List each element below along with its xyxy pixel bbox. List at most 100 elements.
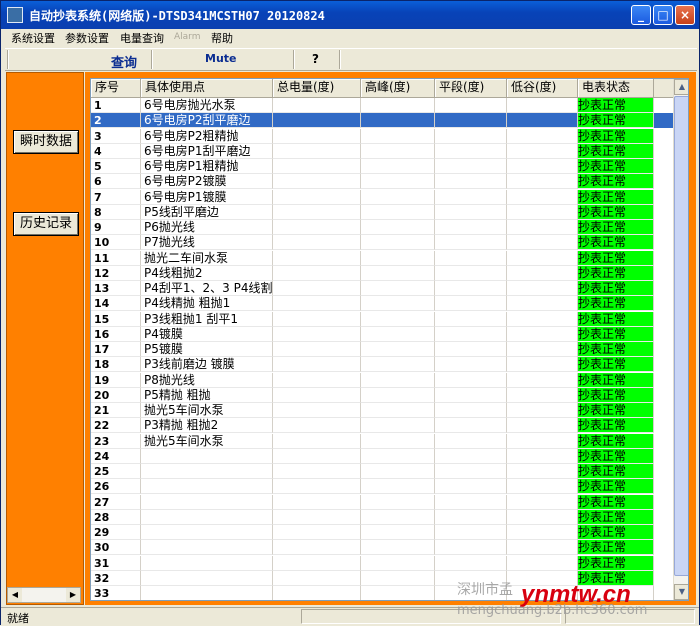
column-header-point[interactable]: 具体使用点 bbox=[141, 79, 273, 97]
table-row[interactable]: 20 P5精抛 粗抛 抄表正常 bbox=[91, 387, 673, 403]
cell-flat bbox=[435, 220, 507, 235]
column-header-seq[interactable]: 序号 bbox=[91, 79, 141, 97]
app-icon bbox=[7, 7, 23, 23]
cell-flat bbox=[435, 525, 507, 540]
cell-meter-status: 抄表正常 bbox=[578, 403, 654, 418]
table-row[interactable]: 15 P3线粗抛1 刮平1 抄表正常 bbox=[91, 311, 673, 327]
cell-valley bbox=[507, 448, 578, 464]
table-row[interactable]: 26 抄表正常 bbox=[91, 479, 673, 495]
table-row[interactable]: 1 6号电房抛光水泵 抄表正常 bbox=[91, 98, 673, 113]
table-row[interactable]: 5 6号电房P1粗精抛 抄表正常 bbox=[91, 159, 673, 174]
window-title: 自动抄表系统(网络版)-DTSD341MCSTH07 20120824 bbox=[29, 9, 325, 23]
column-header-status[interactable]: 电表状态 bbox=[578, 79, 654, 97]
vertical-scrollbar[interactable]: ▲ ▼ bbox=[673, 79, 688, 600]
table-row[interactable]: 28 抄表正常 bbox=[91, 509, 673, 525]
cell-meter-status: 抄表正常 bbox=[578, 235, 654, 251]
toolbar-separator bbox=[7, 50, 9, 69]
cell-valley bbox=[507, 387, 578, 403]
cell-flat bbox=[435, 189, 507, 205]
menu-alarm[interactable]: Alarm bbox=[174, 32, 200, 42]
cell-total bbox=[273, 296, 361, 312]
cell-peak bbox=[361, 143, 435, 159]
table-row[interactable]: 30 抄表正常 bbox=[91, 540, 673, 556]
table-row[interactable]: 17 P5镀膜 抄表正常 bbox=[91, 342, 673, 357]
table-row[interactable]: 29 抄表正常 bbox=[91, 525, 673, 540]
table-row[interactable]: 10 P7抛光线 抄表正常 bbox=[91, 235, 673, 251]
cell-valley bbox=[507, 372, 578, 388]
cell-usage-point bbox=[141, 479, 273, 495]
table-row[interactable]: 27 抄表正常 bbox=[91, 494, 673, 510]
close-button[interactable]: × bbox=[675, 5, 695, 25]
cell-peak bbox=[361, 403, 435, 418]
table-row[interactable]: 25 抄表正常 bbox=[91, 464, 673, 479]
table-row[interactable]: 12 P4线粗抛2 抄表正常 bbox=[91, 265, 673, 281]
horizontal-scrollbar[interactable]: ◀ ▶ bbox=[7, 587, 81, 603]
menu-parameter-settings[interactable]: 参数设置 bbox=[65, 30, 109, 46]
cell-seq: 4 bbox=[91, 143, 141, 159]
table-row[interactable]: 2 6号电房P2刮平磨边 抄表正常 bbox=[91, 113, 673, 129]
cell-seq: 21 bbox=[91, 403, 141, 418]
cell-seq: 15 bbox=[91, 311, 141, 327]
table-row[interactable]: 16 P4镀膜 抄表正常 bbox=[91, 326, 673, 342]
cell-seq: 18 bbox=[91, 357, 141, 373]
table-row[interactable]: 22 P3精抛 粗抛2 抄表正常 bbox=[91, 418, 673, 434]
history-records-button[interactable]: 历史记录 bbox=[13, 212, 79, 236]
cell-seq: 22 bbox=[91, 418, 141, 434]
cell-usage-point: P3线前磨边 镀膜 bbox=[141, 357, 273, 373]
table-row[interactable]: 33 bbox=[91, 586, 673, 600]
scroll-left-icon[interactable]: ◀ bbox=[8, 588, 22, 602]
table-row[interactable]: 19 P8抛光线 抄表正常 bbox=[91, 372, 673, 388]
cell-peak bbox=[361, 387, 435, 403]
column-header-total[interactable]: 总电量(度) bbox=[273, 79, 361, 97]
title-bar[interactable]: 自动抄表系统(网络版)-DTSD341MCSTH07 20120824 _ □ … bbox=[1, 1, 699, 29]
cell-flat bbox=[435, 128, 507, 144]
cell-total bbox=[273, 540, 361, 556]
cell-flat bbox=[435, 448, 507, 464]
cell-seq: 31 bbox=[91, 555, 141, 571]
table-row[interactable]: 8 P5线刮平磨边 抄表正常 bbox=[91, 204, 673, 220]
table-row[interactable]: 21 抛光5车间水泵 抄表正常 bbox=[91, 403, 673, 418]
table-row[interactable]: 14 P4线精抛 粗抛1 抄表正常 bbox=[91, 296, 673, 312]
table-row[interactable]: 13 P4刮平1、2、3 P4线割 抄表正常 bbox=[91, 281, 673, 296]
scroll-down-icon[interactable]: ▼ bbox=[674, 584, 688, 600]
cell-usage-point: P6抛光线 bbox=[141, 220, 273, 235]
query-button[interactable]: 查询 bbox=[111, 52, 137, 71]
column-header-peak[interactable]: 高峰(度) bbox=[361, 79, 435, 97]
table-row[interactable]: 3 6号电房P2粗精抛 抄表正常 bbox=[91, 128, 673, 144]
cell-seq: 9 bbox=[91, 220, 141, 235]
scroll-up-icon[interactable]: ▲ bbox=[674, 79, 688, 95]
menu-system-settings[interactable]: 系统设置 bbox=[11, 30, 55, 46]
table-row[interactable]: 9 P6抛光线 抄表正常 bbox=[91, 220, 673, 235]
table-row[interactable]: 6 6号电房P2镀膜 抄表正常 bbox=[91, 174, 673, 190]
table-row[interactable]: 31 抄表正常 bbox=[91, 555, 673, 571]
cell-total bbox=[273, 113, 361, 129]
cell-total bbox=[273, 555, 361, 571]
maximize-button[interactable]: □ bbox=[653, 5, 673, 25]
table-row[interactable]: 32 抄表正常 bbox=[91, 570, 673, 586]
realtime-data-button[interactable]: 瞬时数据 bbox=[13, 130, 79, 154]
cell-usage-point: P7抛光线 bbox=[141, 235, 273, 251]
toolbar-separator bbox=[293, 50, 295, 69]
mute-button[interactable]: Mute bbox=[205, 52, 237, 65]
table-row[interactable]: 11 抛光二车间水泵 抄表正常 bbox=[91, 250, 673, 266]
help-question-icon[interactable]: ? bbox=[312, 52, 319, 66]
cell-seq: 30 bbox=[91, 540, 141, 556]
minimize-button[interactable]: _ bbox=[631, 5, 651, 25]
table-row[interactable]: 4 6号电房P1刮平磨边 抄表正常 bbox=[91, 143, 673, 159]
cell-valley bbox=[507, 128, 578, 144]
scroll-thumb[interactable] bbox=[674, 96, 688, 576]
menu-energy-query[interactable]: 电量查询 bbox=[120, 30, 164, 46]
column-header-valley[interactable]: 低谷(度) bbox=[507, 79, 578, 97]
menu-help[interactable]: 帮助 bbox=[211, 30, 233, 46]
table-row[interactable]: 18 P3线前磨边 镀膜 抄表正常 bbox=[91, 357, 673, 373]
cell-meter-status: 抄表正常 bbox=[578, 494, 654, 510]
cell-usage-point: 6号电房P1刮平磨边 bbox=[141, 143, 273, 159]
table-row[interactable]: 24 抄表正常 bbox=[91, 448, 673, 464]
table-row[interactable]: 7 6号电房P1镀膜 抄表正常 bbox=[91, 189, 673, 205]
cell-valley bbox=[507, 311, 578, 327]
cell-seq: 3 bbox=[91, 128, 141, 144]
scroll-right-icon[interactable]: ▶ bbox=[66, 588, 80, 602]
table-row[interactable]: 23 抛光5车间水泵 抄表正常 bbox=[91, 433, 673, 449]
column-header-flat[interactable]: 平段(度) bbox=[435, 79, 507, 97]
cell-seq: 23 bbox=[91, 433, 141, 449]
